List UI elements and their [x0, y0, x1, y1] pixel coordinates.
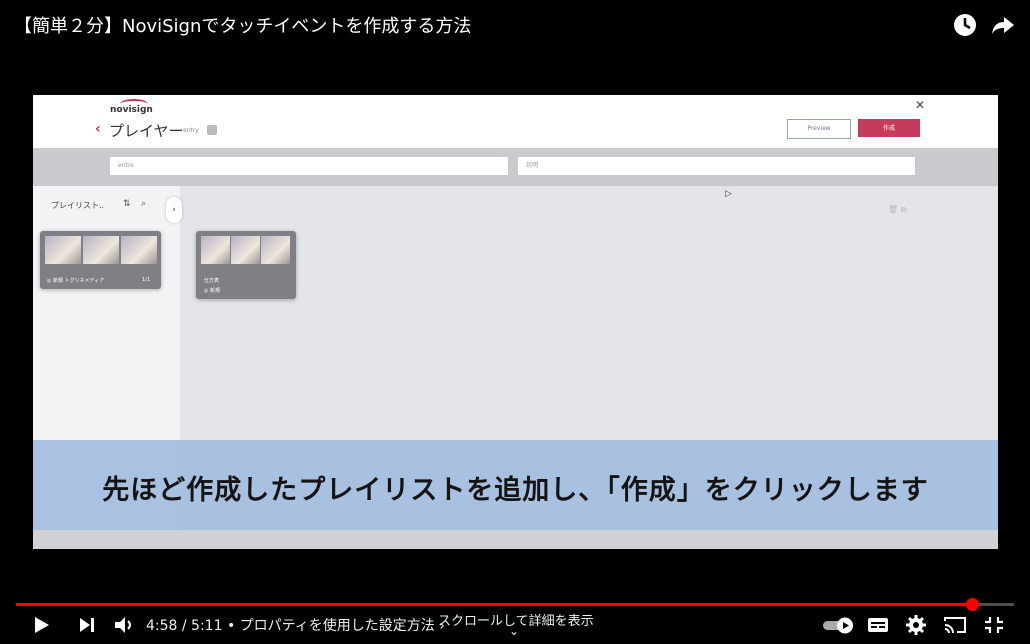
media-thumbnail: [231, 236, 260, 264]
mouse-cursor-icon: ▷: [725, 189, 732, 199]
collapse-sidebar-button[interactable]: ‹: [166, 197, 182, 223]
back-chevron-icon[interactable]: ‹: [95, 121, 101, 137]
next-icon[interactable]: [77, 613, 97, 637]
scrubber-handle[interactable]: [966, 598, 980, 611]
watch-later-icon[interactable]: [952, 12, 978, 38]
progress-played: [16, 603, 973, 606]
volume-icon[interactable]: [113, 613, 135, 637]
card-count: 1/1: [142, 277, 151, 283]
create-button[interactable]: 作成: [858, 119, 920, 137]
progress-bar[interactable]: [16, 598, 1014, 611]
preview-button[interactable]: Preview: [787, 119, 851, 139]
app-header: novisign ‹ プレイヤー entry ✕ Preview 作成: [33, 95, 998, 148]
page-title: プレイヤー: [109, 122, 184, 140]
video-title: 【簡単２分】NoviSignでタッチイベントを作成する方法: [14, 16, 472, 37]
share-icon[interactable]: [990, 12, 1016, 38]
media-thumbnail: [83, 236, 119, 264]
chevron-down-icon[interactable]: ⌄: [509, 624, 519, 638]
caption-band: 先ほど作成したプレイリストを追加し、「作成」をクリックします: [33, 440, 998, 530]
autoplay-toggle-icon[interactable]: [822, 613, 856, 637]
close-icon[interactable]: ✕: [915, 98, 925, 112]
name-field[interactable]: entre: [110, 157, 508, 175]
delete-duplicate-icons[interactable]: 🗑 ⧉: [888, 205, 906, 215]
video-caption: 先ほど作成したプレイリストを追加し、「作成」をクリックします: [102, 475, 929, 506]
sidebar-title: プレイリスト..: [51, 201, 105, 210]
play-icon[interactable]: [32, 613, 52, 637]
cast-icon[interactable]: [943, 613, 967, 637]
card-meta: ◎ 新規 トグリネメディア: [47, 278, 105, 284]
exit-fullscreen-icon[interactable]: [983, 613, 1005, 637]
subtitles-icon[interactable]: [867, 613, 889, 637]
media-thumbnail: [45, 236, 81, 264]
media-thumbnail: [261, 236, 290, 264]
time-display[interactable]: 4:58 / 5:11 • プロパティを使用した設定方法 ›: [146, 615, 445, 635]
playlist-card[interactable]: ◎ 新規 トグリネメディア 1/1: [40, 231, 161, 289]
search-icon[interactable]: ⌕: [141, 199, 146, 209]
settings-gear-icon[interactable]: [905, 613, 927, 637]
card-name: 仕方表: [204, 278, 220, 284]
media-thumbnail: [121, 236, 157, 264]
filter-bar: entre 説明: [33, 148, 998, 186]
video-frame[interactable]: novisign ‹ プレイヤー entry ✕ Preview 作成 entr…: [33, 95, 998, 549]
sort-icon[interactable]: ⇅: [123, 199, 131, 209]
description-field[interactable]: 説明: [518, 157, 915, 175]
added-playlist-card[interactable]: 仕方表 ◎ 新規: [196, 231, 296, 299]
player-subtitle: entry: [183, 127, 199, 134]
edit-pencil-icon[interactable]: [207, 125, 217, 135]
card-meta: ◎ 新規: [204, 288, 220, 294]
media-thumbnail: [201, 236, 230, 264]
novisign-logo: novisign: [110, 99, 153, 115]
video-bottom-strip: [33, 530, 998, 549]
